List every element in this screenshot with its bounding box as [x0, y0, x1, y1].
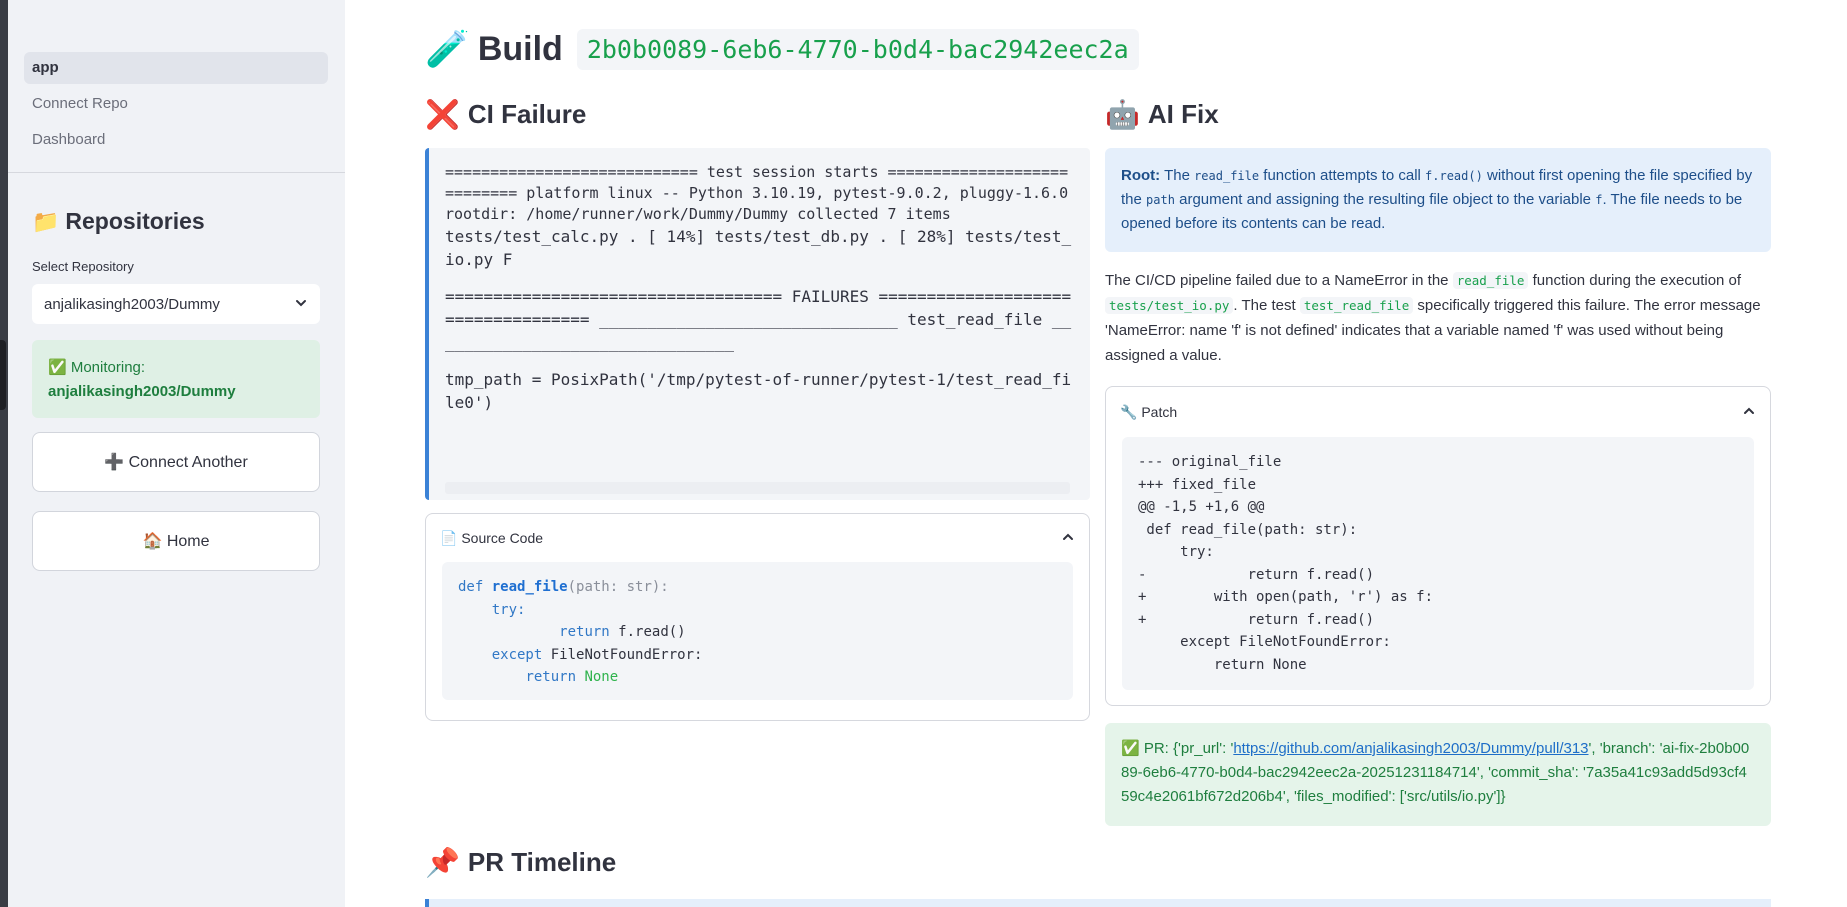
chevron-down-icon	[294, 296, 308, 313]
patch-line: try:	[1138, 544, 1214, 560]
root-label: Root:	[1121, 167, 1161, 184]
home-button[interactable]: 🏠 Home	[32, 511, 320, 571]
code-line: return None	[525, 669, 619, 685]
nav-item-app[interactable]: app	[24, 52, 328, 84]
patch-line: +++ fixed_file	[1138, 476, 1257, 493]
ai-fix-heading: 🤖 AI Fix	[1105, 98, 1219, 131]
patch-toggle[interactable]: 🔧 Patch	[1106, 387, 1770, 437]
nav-item-dashboard[interactable]: Dashboard	[24, 124, 328, 156]
window-edge	[0, 0, 8, 907]
monitoring-label: ✅ Monitoring:	[48, 359, 146, 376]
robot-icon: 🤖	[1105, 99, 1140, 130]
repository-select-value: anjalikasingh2003/Dummy	[44, 295, 220, 313]
root-cause-box: Root: The read_file function attempts to…	[1105, 148, 1771, 252]
chevron-up-icon	[1742, 404, 1756, 421]
ci-log-block: ============================ test sessio…	[425, 148, 1090, 500]
log-line: =================================== FAIL…	[445, 287, 1072, 352]
source-code-block: def read_file(path: str): try: return f.…	[442, 562, 1073, 700]
failure-description: The CI/CD pipeline failed due to a NameE…	[1105, 272, 1761, 364]
repository-select[interactable]: anjalikasingh2003/Dummy	[32, 284, 320, 324]
test-tube-icon: 🧪	[425, 28, 470, 69]
pr-timeline-heading: 📌 PR Timeline	[425, 846, 616, 879]
code-line: try:	[491, 601, 526, 618]
patch-line: - return f.read()	[1138, 566, 1375, 583]
log-line: ============================ test sessio…	[445, 163, 1069, 223]
patch-label: 🔧 Patch	[1120, 403, 1178, 420]
source-code-expander: 📄 Source Code def read_file(path: str): …	[425, 513, 1090, 721]
pr-timeline-title: PR Timeline	[467, 847, 617, 877]
patch-line: @@ -1,5 +1,6 @@	[1138, 499, 1265, 515]
log-line: tmp_path = PosixPath('/tmp/pytest-of-run…	[445, 370, 1072, 412]
connect-another-button[interactable]: ➕ Connect Another	[32, 432, 320, 492]
chevron-up-icon	[1061, 530, 1075, 547]
ci-failure-heading: ❌ CI Failure	[425, 98, 586, 131]
ai-fix-title: AI Fix	[1147, 99, 1219, 129]
pr-url-link[interactable]: https://github.com/anjalikasingh2003/Dum…	[1233, 740, 1588, 757]
pushpin-icon: 📌	[425, 847, 460, 878]
code-line: return f.read()	[559, 624, 686, 640]
patch-line: return None	[1138, 656, 1307, 673]
select-repository-label: Select Repository	[32, 259, 134, 274]
patch-line: + return f.read()	[1138, 611, 1375, 628]
repositories-heading: 📁 Repositories	[32, 208, 205, 235]
sidebar-nav: app Connect Repo Dashboard	[24, 52, 328, 160]
ci-failure-title: CI Failure	[467, 99, 587, 129]
build-header: 🧪 Build 2b0b0089-6eb6-4770-b0d4-bac2942e…	[425, 28, 1139, 70]
monitoring-repo: anjalikasingh2003/Dummy	[48, 383, 236, 400]
pr-result-box: ✅ PR: {'pr_url': 'https://github.com/anj…	[1105, 723, 1771, 826]
log-line: tests/test_calc.py . [ 14%] tests/test_d…	[445, 227, 1072, 269]
patch-line: except FileNotFoundError:	[1138, 634, 1391, 650]
patch-line: --- original_file	[1138, 454, 1282, 470]
timeline-info-box	[425, 899, 1771, 907]
sidebar: app Connect Repo Dashboard 📁 Repositories…	[8, 0, 345, 907]
code-line: except FileNotFoundError:	[491, 646, 703, 663]
build-title: Build	[477, 29, 563, 68]
patch-expander: 🔧 Patch --- original_file +++ fixed_file…	[1105, 386, 1771, 706]
patch-line: + with open(path, 'r') as f:	[1138, 589, 1434, 605]
main-content: 🧪 Build 2b0b0089-6eb6-4770-b0d4-bac2942e…	[345, 0, 1847, 907]
source-code-toggle[interactable]: 📄 Source Code	[426, 514, 1089, 562]
code-line: def read_file(path: str):	[458, 579, 669, 595]
nav-item-connect-repo[interactable]: Connect Repo	[24, 88, 328, 120]
edge-handle[interactable]	[0, 340, 6, 410]
build-id: 2b0b0089-6eb6-4770-b0d4-bac2942eec2a	[576, 28, 1139, 70]
repositories-title: Repositories	[65, 208, 205, 234]
cross-mark-icon: ❌	[425, 99, 460, 130]
monitoring-alert: ✅ Monitoring: anjalikasingh2003/Dummy	[32, 340, 320, 418]
patch-code-block: --- original_file +++ fixed_file @@ -1,5…	[1122, 437, 1754, 690]
sidebar-divider	[8, 172, 345, 173]
folder-icon: 📁	[32, 209, 60, 234]
log-scrollbar[interactable]	[445, 482, 1070, 494]
source-code-label: 📄 Source Code	[440, 529, 544, 546]
patch-line: def read_file(path: str):	[1138, 521, 1358, 538]
